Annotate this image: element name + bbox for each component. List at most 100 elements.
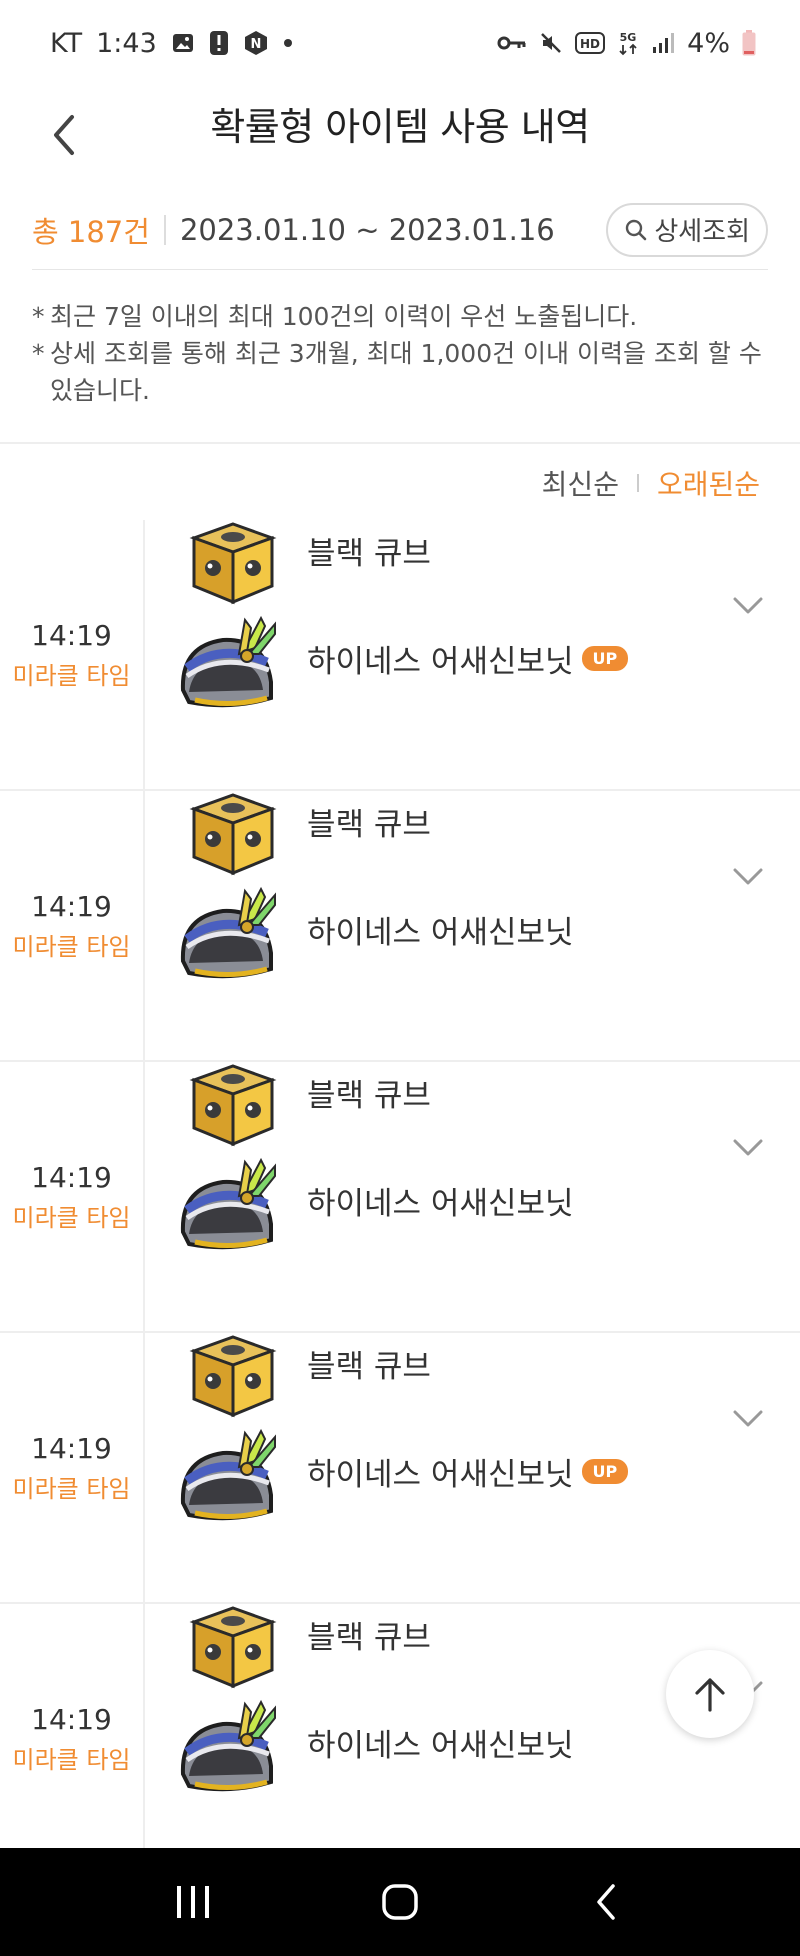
event-tag: 미라클 타임 bbox=[12, 1203, 131, 1232]
notice-text: 최근 7일 이내의 최대 100건의 이력이 우선 노출됩니다. bbox=[50, 302, 638, 331]
chevron-down-icon bbox=[733, 1410, 763, 1427]
chevron-down-icon bbox=[733, 1139, 763, 1156]
item-name-wrap: 하이네스 어새신보닛 UP bbox=[307, 1449, 629, 1494]
notice-text: 상세 조회를 통해 최근 3개월, 최대 1,000건 이내 이력을 조회 할 … bbox=[50, 339, 762, 405]
total-count: 총 187건 bbox=[32, 214, 150, 249]
detail-search-label: 상세조회 bbox=[654, 217, 750, 247]
cube-name: 블랙 큐브 bbox=[307, 1078, 431, 1114]
item-name-wrap: 하이네스 어새신보닛 UP bbox=[307, 636, 629, 681]
arrow-up-icon bbox=[695, 1678, 725, 1712]
chevron-down-icon bbox=[733, 597, 763, 614]
item-name: 하이네스 어새신보닛 bbox=[307, 644, 574, 680]
cube-name: 블랙 큐브 bbox=[307, 1620, 431, 1656]
highness-assassin-bonnet-icon bbox=[180, 1157, 276, 1250]
home-icon bbox=[382, 1884, 418, 1920]
item-name: 하이네스 어새신보닛 bbox=[307, 1728, 574, 1764]
sort-options: 최신순 오래된순 bbox=[542, 458, 760, 508]
expand-chevron-button[interactable] bbox=[726, 584, 770, 628]
svg-text:N: N bbox=[250, 37, 261, 52]
up-badge: UP bbox=[581, 1459, 629, 1484]
event-tag: 미라클 타임 bbox=[12, 932, 131, 961]
expand-chevron-button[interactable] bbox=[726, 1397, 770, 1441]
expand-chevron-button[interactable] bbox=[726, 855, 770, 899]
sort-latest-button[interactable]: 최신순 bbox=[542, 463, 619, 503]
gallery-notification-icon bbox=[171, 31, 195, 55]
black-cube-icon bbox=[189, 793, 277, 876]
usage-time: 14:19 bbox=[31, 618, 112, 652]
asterisk-icon: * bbox=[32, 339, 45, 368]
home-button[interactable] bbox=[355, 1862, 445, 1942]
item-name: 하이네스 어새신보닛 bbox=[307, 915, 574, 951]
summary-bar: 총 187건 2023.01.10 ~ 2023.01.16 상세조회 bbox=[32, 190, 768, 270]
detail-search-button[interactable]: 상세조회 bbox=[606, 202, 768, 257]
search-icon bbox=[626, 219, 647, 240]
history-row: 14:19 미라클 타임 블랙 큐브 하이네스 어새신보닛 bbox=[0, 1062, 800, 1333]
notice-item: * 최근 7일 이내의 최대 100건의 이력이 우선 노출됩니다. bbox=[32, 298, 772, 335]
battery-percent: 4% bbox=[687, 27, 730, 59]
item-name-wrap: 하이네스 어새신보닛 bbox=[307, 907, 574, 952]
summary-divider bbox=[163, 214, 166, 245]
mute-icon bbox=[539, 31, 563, 55]
time-column: 14:19 미라클 타임 bbox=[0, 520, 145, 789]
up-badge: UP bbox=[581, 646, 629, 671]
history-row: 14:19 미라클 타임 블랙 큐브 하이네스 어새신보닛 bbox=[0, 520, 800, 791]
page-title: 확률형 아이템 사용 내역 bbox=[210, 105, 590, 149]
back-nav-button[interactable] bbox=[562, 1862, 652, 1942]
event-tag: 미라클 타임 bbox=[12, 1474, 131, 1503]
history-row: 14:19 미라클 타임 블랙 큐브 하이네스 어새신보닛 bbox=[0, 1604, 800, 1875]
header: 확률형 아이템 사용 내역 bbox=[0, 86, 800, 206]
event-tag: 미라클 타임 bbox=[12, 1745, 131, 1774]
black-cube-icon bbox=[189, 1335, 277, 1418]
event-tag: 미라클 타임 bbox=[12, 661, 131, 690]
5g-network-icon: 5G bbox=[617, 29, 639, 57]
item-name: 하이네스 어새신보닛 bbox=[307, 1457, 574, 1493]
usage-time: 14:19 bbox=[31, 1160, 112, 1194]
highness-assassin-bonnet-icon bbox=[180, 1699, 276, 1792]
clock: 1:43 bbox=[96, 27, 157, 59]
app-notification-icon: N bbox=[243, 30, 269, 56]
highness-assassin-bonnet-icon bbox=[180, 1428, 276, 1521]
section-divider bbox=[0, 442, 800, 444]
alert-notification-icon bbox=[209, 30, 229, 56]
expand-chevron-button[interactable] bbox=[726, 1126, 770, 1170]
svg-text:HD: HD bbox=[580, 37, 600, 51]
item-name: 하이네스 어새신보닛 bbox=[307, 1186, 574, 1222]
history-row: 14:19 미라클 타임 블랙 큐브 하이네스 어새신보닛 bbox=[0, 791, 800, 1062]
sort-divider bbox=[636, 474, 639, 492]
usage-time: 14:19 bbox=[31, 1702, 112, 1736]
recent-apps-icon bbox=[177, 1886, 210, 1918]
recent-apps-button[interactable] bbox=[148, 1862, 238, 1942]
highness-assassin-bonnet-icon bbox=[180, 886, 276, 979]
date-range: 2023.01.10 ~ 2023.01.16 bbox=[179, 212, 555, 247]
notice-list: * 최근 7일 이내의 최대 100건의 이력이 우선 노출됩니다. * 상세 … bbox=[32, 298, 772, 409]
black-cube-icon bbox=[189, 1064, 277, 1147]
item-name-wrap: 하이네스 어새신보닛 bbox=[307, 1178, 574, 1223]
back-icon bbox=[596, 1884, 615, 1920]
carrier-label: KT bbox=[50, 27, 83, 59]
status-bar: KT 1:43 N HD 5G 4% bbox=[0, 0, 800, 86]
sort-oldest-button[interactable]: 오래된순 bbox=[657, 463, 760, 503]
history-row: 14:19 미라클 타임 블랙 큐브 하이네스 어새신보닛 bbox=[0, 1333, 800, 1604]
system-navigation-bar bbox=[0, 1848, 800, 1956]
signal-icon bbox=[651, 32, 675, 54]
scroll-to-top-button[interactable] bbox=[666, 1650, 754, 1738]
time-column: 14:19 미라클 타임 bbox=[0, 1604, 145, 1873]
chevron-down-icon bbox=[733, 868, 763, 885]
item-name-wrap: 하이네스 어새신보닛 bbox=[307, 1720, 574, 1765]
time-column: 14:19 미라클 타임 bbox=[0, 1062, 145, 1331]
usage-time: 14:19 bbox=[31, 1431, 112, 1465]
cube-name: 블랙 큐브 bbox=[307, 1349, 431, 1385]
black-cube-icon bbox=[189, 1606, 277, 1689]
usage-time: 14:19 bbox=[31, 889, 112, 923]
battery-icon bbox=[742, 30, 756, 56]
time-column: 14:19 미라클 타임 bbox=[0, 791, 145, 1060]
hd-voice-icon: HD bbox=[575, 32, 606, 54]
cube-name: 블랙 큐브 bbox=[307, 536, 431, 572]
vpn-key-icon bbox=[497, 34, 527, 52]
notice-item: * 상세 조회를 통해 최근 3개월, 최대 1,000건 이내 이력을 조회 … bbox=[32, 335, 772, 409]
asterisk-icon: * bbox=[32, 302, 45, 331]
cube-name: 블랙 큐브 bbox=[307, 807, 431, 843]
more-notifications-dot-icon bbox=[283, 38, 293, 48]
time-column: 14:19 미라클 타임 bbox=[0, 1333, 145, 1602]
black-cube-icon bbox=[189, 522, 277, 605]
